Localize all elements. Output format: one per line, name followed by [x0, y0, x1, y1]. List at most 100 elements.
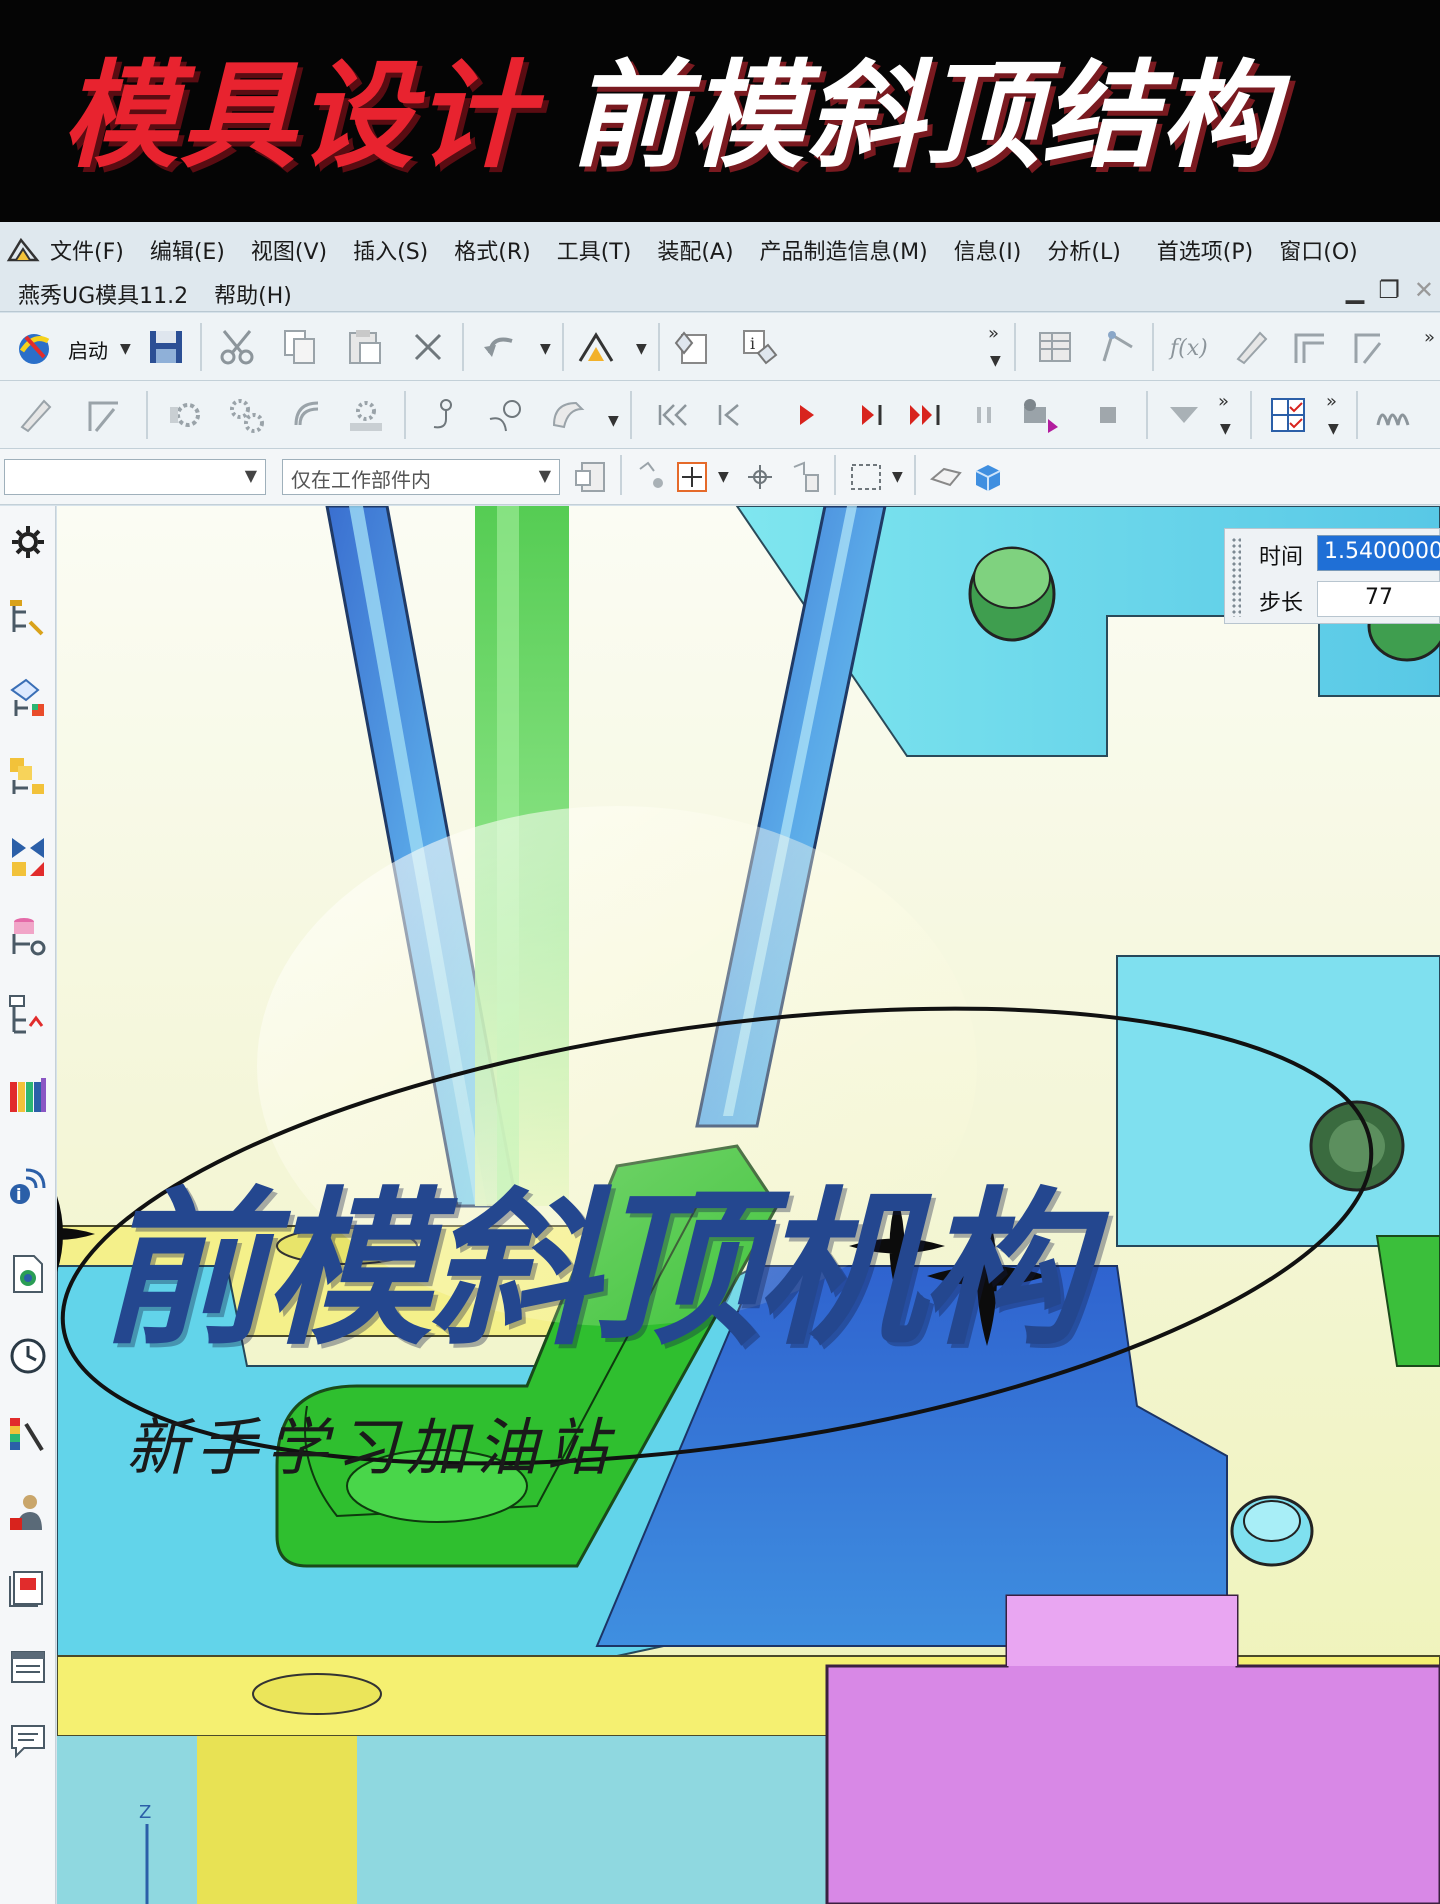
last-frame-icon[interactable] — [906, 395, 946, 435]
assembly-navigator-icon[interactable] — [6, 596, 50, 640]
clock-icon[interactable] — [6, 1334, 50, 1378]
history-icon[interactable] — [6, 1072, 50, 1116]
coil-spring-icon[interactable] — [1372, 395, 1412, 435]
gear-part-icon[interactable] — [166, 395, 206, 435]
point-dialog-icon[interactable] — [672, 457, 712, 497]
joint-icon[interactable] — [424, 395, 464, 435]
stop-icon[interactable] — [1088, 395, 1128, 435]
gears-icon[interactable] — [226, 395, 266, 435]
menu-format[interactable]: 格式(R) — [454, 234, 530, 266]
prev-frame-icon[interactable] — [708, 395, 748, 435]
undo-dropdown-icon[interactable]: ▼ — [540, 341, 551, 357]
lifter-icon[interactable] — [1350, 327, 1390, 367]
menu-edit[interactable]: 编辑(E) — [150, 234, 225, 266]
select-dropdown-icon[interactable]: ▼ — [892, 469, 903, 485]
menu-help[interactable]: 帮助(H) — [214, 278, 292, 310]
toolbar-options-icon[interactable]: ▼ — [990, 353, 1001, 369]
copy-icon[interactable] — [280, 327, 320, 367]
checklist-icon[interactable] — [1268, 395, 1308, 435]
color-palette-icon[interactable] — [6, 1414, 50, 1458]
first-frame-icon[interactable] — [652, 395, 692, 435]
menu-preferences[interactable]: 首选项(P) — [1157, 234, 1253, 266]
delete-icon[interactable] — [408, 327, 448, 367]
table-icon[interactable] — [1036, 327, 1076, 367]
box-select-icon[interactable] — [846, 457, 886, 497]
graphics-viewport[interactable]: Z 时间 1.5400000 步长 77 前模斜顶机构 新手学习加油站 — [57, 506, 1440, 1904]
paste-icon[interactable] — [344, 327, 384, 367]
pause-icon[interactable] — [964, 395, 1004, 435]
info-icon[interactable]: i — [6, 1164, 50, 1208]
ejector-icon[interactable] — [1290, 327, 1330, 367]
constraint-navigator-icon[interactable] — [6, 676, 50, 720]
next-frame-icon[interactable] — [852, 395, 892, 435]
play-icon[interactable] — [786, 395, 826, 435]
measure-icon[interactable] — [1098, 327, 1138, 367]
scope-combo[interactable]: 仅在工作部件内 ▼ — [282, 459, 560, 495]
filter-icon[interactable] — [1164, 395, 1204, 435]
toolbar2-overflow-icon[interactable]: » — [1424, 327, 1435, 348]
snap-point-icon[interactable] — [632, 457, 672, 497]
command-dropdown-icon[interactable]: ▼ — [636, 341, 647, 357]
start-dropdown-icon[interactable]: ▼ — [120, 341, 131, 357]
mechanism-icon[interactable] — [346, 395, 386, 435]
properties-icon[interactable] — [672, 327, 712, 367]
pencil-icon[interactable] — [1230, 327, 1270, 367]
check-options-icon[interactable]: ▼ — [1328, 421, 1339, 437]
menu-file[interactable]: 文件(F) — [50, 234, 124, 266]
anim-options-icon[interactable]: ▼ — [1220, 421, 1231, 437]
menu-info[interactable]: 信息(I) — [954, 234, 1022, 266]
restore-icon[interactable]: ❐ — [1378, 276, 1400, 304]
document-icon[interactable] — [6, 1252, 50, 1296]
role-icon[interactable] — [6, 1490, 50, 1534]
hd3d-tools-icon[interactable] — [6, 914, 50, 958]
app-icon[interactable] — [6, 236, 40, 264]
close-icon[interactable]: ✕ — [1414, 276, 1434, 304]
check-overflow-icon[interactable]: » — [1326, 391, 1337, 412]
cut-icon[interactable] — [218, 327, 258, 367]
simulation-time-panel: 时间 1.5400000 步长 77 — [1224, 528, 1440, 624]
reuse-library-icon[interactable] — [6, 834, 50, 878]
command-finder-icon[interactable] — [576, 327, 616, 367]
start-icon[interactable] — [14, 327, 54, 367]
undo-icon[interactable] — [480, 327, 520, 367]
crosshair-icon[interactable] — [740, 457, 780, 497]
step-input[interactable]: 77 — [1317, 581, 1440, 617]
save-icon[interactable] — [146, 327, 186, 367]
menu-assembly[interactable]: 装配(A) — [657, 234, 733, 266]
type-filter-combo[interactable]: ▼ — [4, 459, 266, 495]
animation-toolbar: ▼ » ▼ » ▼ — [0, 381, 1440, 449]
cam-icon[interactable] — [548, 395, 588, 435]
minimize-icon[interactable]: ▁ — [1346, 276, 1364, 304]
time-input[interactable]: 1.5400000 — [1317, 535, 1440, 571]
component-select-icon[interactable] — [786, 457, 826, 497]
spring-icon[interactable] — [288, 395, 328, 435]
start-label[interactable]: 启动 — [68, 335, 108, 364]
web-browser-icon[interactable] — [6, 992, 50, 1036]
part-icon[interactable] — [14, 395, 54, 435]
hidden-line-icon[interactable] — [926, 457, 966, 497]
drag-handle-icon[interactable] — [1231, 537, 1241, 617]
shaded-solid-icon[interactable] — [968, 457, 1008, 497]
menu-window[interactable]: 窗口(O) — [1279, 234, 1357, 266]
anim-overflow-icon[interactable]: » — [1218, 391, 1229, 412]
toolbar-overflow-icon[interactable]: » — [988, 323, 999, 344]
record-icon[interactable] — [1020, 395, 1060, 435]
motion-dropdown-icon[interactable]: ▼ — [608, 413, 619, 429]
window-icon[interactable] — [6, 1646, 50, 1690]
assembly-select-icon[interactable] — [572, 457, 612, 497]
menu-view[interactable]: 视图(V) — [251, 234, 327, 266]
part-navigator-icon[interactable] — [6, 754, 50, 798]
gear-icon[interactable] — [6, 520, 50, 564]
expression-icon[interactable]: f(x) — [1168, 327, 1208, 367]
movie-icon[interactable] — [6, 1566, 50, 1610]
connector-icon[interactable] — [486, 395, 526, 435]
menu-insert[interactable]: 插入(S) — [353, 234, 428, 266]
menu-tools[interactable]: 工具(T) — [557, 234, 632, 266]
message-icon[interactable] — [6, 1716, 50, 1760]
menu-yanxiu-mold[interactable]: 燕秀UG模具11.2 — [18, 278, 188, 310]
slide-icon[interactable] — [84, 395, 124, 435]
menu-pmi[interactable]: 产品制造信息(M) — [760, 234, 928, 266]
info-icon[interactable]: i — [740, 327, 780, 367]
menu-analysis[interactable]: 分析(L) — [1047, 234, 1120, 266]
snap-dropdown-icon[interactable]: ▼ — [718, 469, 729, 485]
